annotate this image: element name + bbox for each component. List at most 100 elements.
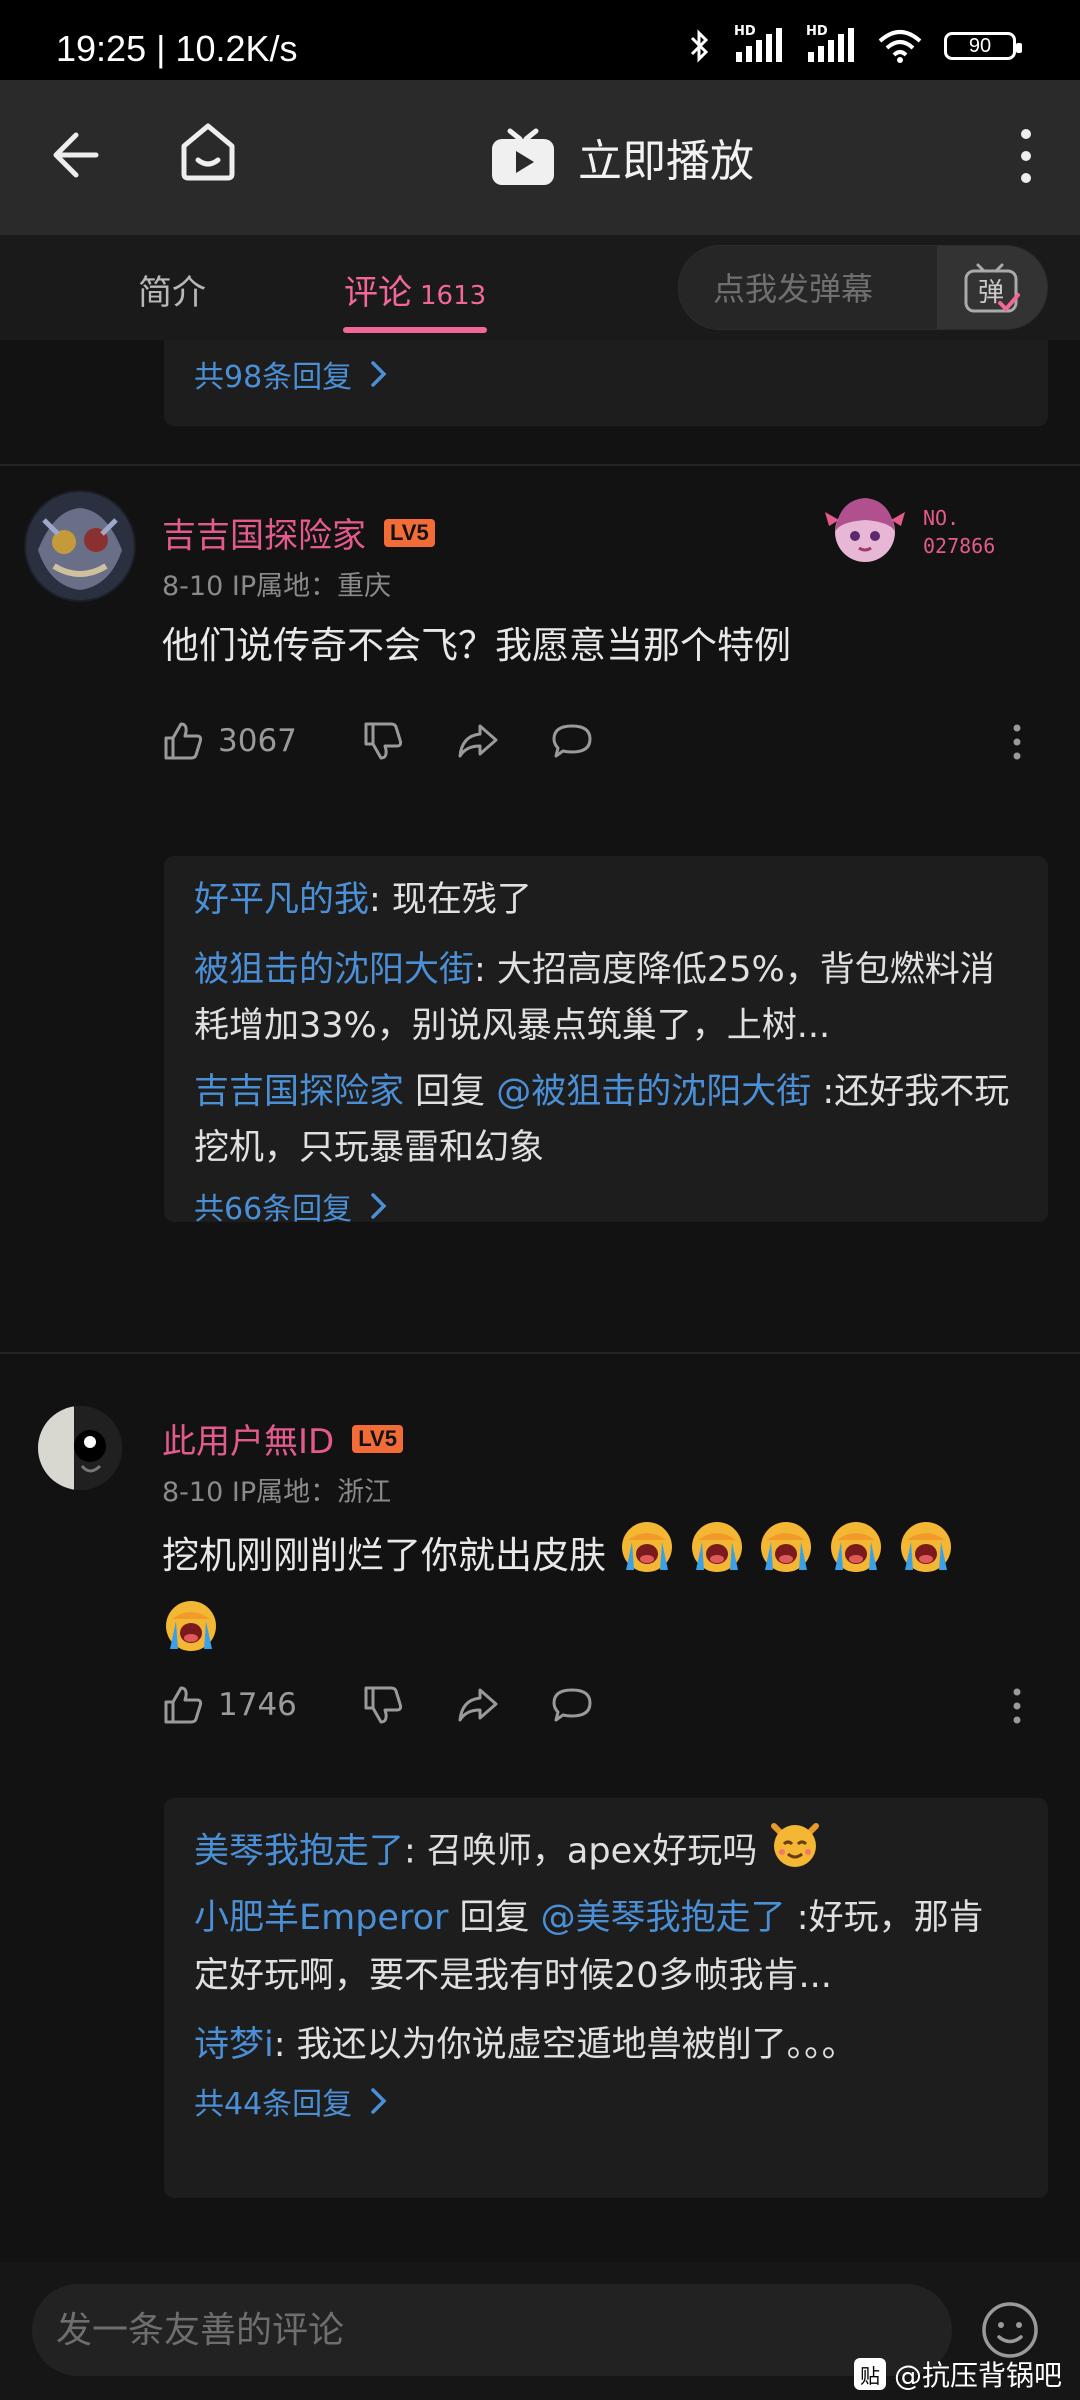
back-arrow-icon[interactable] xyxy=(48,120,108,190)
comment-actions: 3067 xyxy=(162,716,1022,766)
reply-username[interactable]: 诗梦i xyxy=(194,2025,274,2065)
chevron-right-icon xyxy=(371,1193,387,1219)
more-replies-link[interactable]: 共44条回复 xyxy=(194,2079,1018,2123)
signal-icon: HD xyxy=(734,24,784,64)
thumbs-down-icon xyxy=(364,722,403,760)
status-bar: 19:25 | 10.2K/s HD HD 90 xyxy=(0,0,1080,80)
fan-badge-number: NO. 027866 xyxy=(923,506,996,558)
crying-emoji-icon xyxy=(162,1597,220,1676)
tab-comments[interactable]: 评论 1613 xyxy=(344,265,486,314)
reply-box: 美琴我抱走了: 召唤师，apex好玩吗 小肥羊Emperor 回复 @美琴我抱走… xyxy=(164,1798,1048,2198)
tieba-logo-icon: 贴 xyxy=(853,2358,886,2390)
tab-intro[interactable]: 简介 xyxy=(138,265,206,314)
more-replies-link[interactable]: 共66条回复 xyxy=(194,1184,1018,1228)
signal-icon-2: HD xyxy=(806,24,856,64)
watermark: 贴 @抗压背锅吧 xyxy=(853,2354,1062,2394)
like-button[interactable]: 3067 xyxy=(162,720,362,762)
comment-meta: 8-10 IP属地：重庆 xyxy=(162,571,392,602)
more-replies-label: 共98条回复 xyxy=(194,360,353,395)
more-vert-icon[interactable] xyxy=(1016,126,1036,186)
tab-comments-count: 1613 xyxy=(420,281,487,311)
watermark-text: @抗压背锅吧 xyxy=(893,2359,1062,2392)
reply-box-partial: 共98条回复 xyxy=(164,340,1048,426)
reply-username[interactable]: 美琴我抱走了 xyxy=(194,1832,404,1872)
wifi-icon xyxy=(878,30,922,63)
avatar[interactable] xyxy=(38,1406,122,1490)
play-now-label: 立即播放 xyxy=(578,136,754,187)
cat-emoji-icon xyxy=(768,1816,822,1889)
dislike-button[interactable] xyxy=(362,1684,456,1726)
tv-play-icon xyxy=(492,128,554,185)
comment-text: 他们说传奇不会飞？我愿意当那个特例 xyxy=(162,624,791,667)
tab-active-indicator xyxy=(343,327,487,333)
reply-button[interactable] xyxy=(550,722,644,760)
more-replies-label: 共44条回复 xyxy=(194,2087,353,2122)
smiley-icon[interactable] xyxy=(980,2300,1040,2360)
chat-bubble-icon xyxy=(552,724,592,758)
bluetooth-icon xyxy=(690,29,709,63)
thumbs-down-icon xyxy=(364,1686,403,1724)
like-button[interactable]: 1746 xyxy=(162,1684,362,1726)
reply-mention[interactable]: @美琴我抱走了 xyxy=(541,1898,786,1938)
comment-username-row: 此用户無ID LV5 xyxy=(162,1414,403,1463)
like-count: 1746 xyxy=(218,1687,297,1723)
reply-box: 好平凡的我: 现在残了 被狙击的沈阳大街: 大招高度降低25%，背包燃料消耗增加… xyxy=(164,856,1048,1227)
more-replies-link[interactable]: 共98条回复 xyxy=(194,352,388,396)
tab-comments-label: 评论 xyxy=(344,273,412,313)
play-now-button[interactable]: 立即播放 xyxy=(490,125,754,189)
crying-emoji-icon xyxy=(897,1518,955,1597)
crying-emoji-icon xyxy=(688,1518,746,1597)
comment-username-row: 吉吉国探险家 LV5 xyxy=(162,508,435,557)
danmaku-toggle-button[interactable]: 弹 xyxy=(937,246,1047,329)
bottom-comment-bar: 贴 @抗压背锅吧 xyxy=(0,2262,1080,2400)
level-badge: LV5 xyxy=(384,518,435,547)
share-icon xyxy=(458,724,498,758)
like-count: 3067 xyxy=(218,723,297,759)
reply-button[interactable] xyxy=(550,1686,644,1724)
reply-username[interactable]: 吉吉国探险家 xyxy=(194,1072,404,1112)
reply-line[interactable]: 被狙击的沈阳大街: 大招高度降低25%，背包燃料消耗增加33%，别说风暴点筑巢了… xyxy=(194,942,1018,1054)
share-button[interactable] xyxy=(456,722,550,760)
chevron-right-icon xyxy=(371,2088,387,2114)
thumbs-up-icon xyxy=(164,1686,203,1724)
comment-text: 挖机刚刚削烂了你就出皮肤 xyxy=(162,1518,1022,1676)
danmaku-bar: 弹 xyxy=(678,245,1048,330)
reply-username[interactable]: 被狙击的沈阳大街 xyxy=(194,950,474,990)
status-time: 19:25 | 10.2K/s xyxy=(56,28,298,69)
reply-mention[interactable]: @被狙击的沈阳大街 xyxy=(496,1072,811,1112)
status-icons: HD HD 90 xyxy=(688,24,1022,64)
title-bar: 立即播放 xyxy=(0,80,1080,235)
more-replies-label: 共66条回复 xyxy=(194,1192,353,1227)
share-button[interactable] xyxy=(456,1686,550,1724)
comment-username[interactable]: 此用户無ID xyxy=(162,1414,334,1463)
dislike-button[interactable] xyxy=(362,720,456,762)
comment-item: 此用户無ID LV5 8-10 IP属地：浙江 挖机刚刚削烂了你就出皮肤 174… xyxy=(0,1354,1080,2254)
comment-username[interactable]: 吉吉国探险家 xyxy=(162,508,366,557)
danmaku-icon: 弹 xyxy=(964,263,1020,312)
reply-username[interactable]: 好平凡的我 xyxy=(194,880,369,920)
fan-badge[interactable]: NO. 027866 xyxy=(815,492,995,572)
reply-line[interactable]: 好平凡的我: 现在残了 xyxy=(194,870,1018,930)
comment-more-icon[interactable] xyxy=(1012,724,1022,760)
comment-more-icon[interactable] xyxy=(1012,1688,1022,1724)
crying-emoji-icon xyxy=(827,1518,885,1597)
thumbs-up-icon xyxy=(164,722,203,760)
share-icon xyxy=(458,1688,498,1722)
danmaku-input[interactable] xyxy=(679,246,939,329)
reply-line[interactable]: 吉吉国探险家 回复 @被狙击的沈阳大街 :还好我不玩挖机，只玩暴雷和幻象 xyxy=(194,1064,1018,1176)
crying-emoji-icon xyxy=(757,1518,815,1597)
comment-input[interactable] xyxy=(32,2284,952,2376)
reply-line[interactable]: 小肥羊Emperor 回复 @美琴我抱走了 :好玩，那肯定好玩啊，要不是我有时候… xyxy=(194,1889,1018,2005)
tab-bar: 简介 评论 1613 弹 xyxy=(0,235,1080,340)
avatar[interactable] xyxy=(24,490,136,602)
reply-username[interactable]: 小肥羊Emperor xyxy=(194,1898,448,1938)
crying-emoji-icon xyxy=(618,1518,676,1597)
level-badge: LV5 xyxy=(352,1424,403,1453)
comment-meta: 8-10 IP属地：浙江 xyxy=(162,1477,392,1508)
comment-actions: 1746 xyxy=(162,1680,1022,1730)
reply-line[interactable]: 美琴我抱走了: 召唤师，apex好玩吗 xyxy=(194,1816,1018,1889)
chat-bubble-icon xyxy=(552,1688,592,1722)
home-icon[interactable] xyxy=(178,116,238,186)
battery-indicator: 90 xyxy=(944,32,1022,60)
reply-line[interactable]: 诗梦i: 我还以为你说虚空遁地兽被削了。。。 xyxy=(194,2015,1018,2075)
